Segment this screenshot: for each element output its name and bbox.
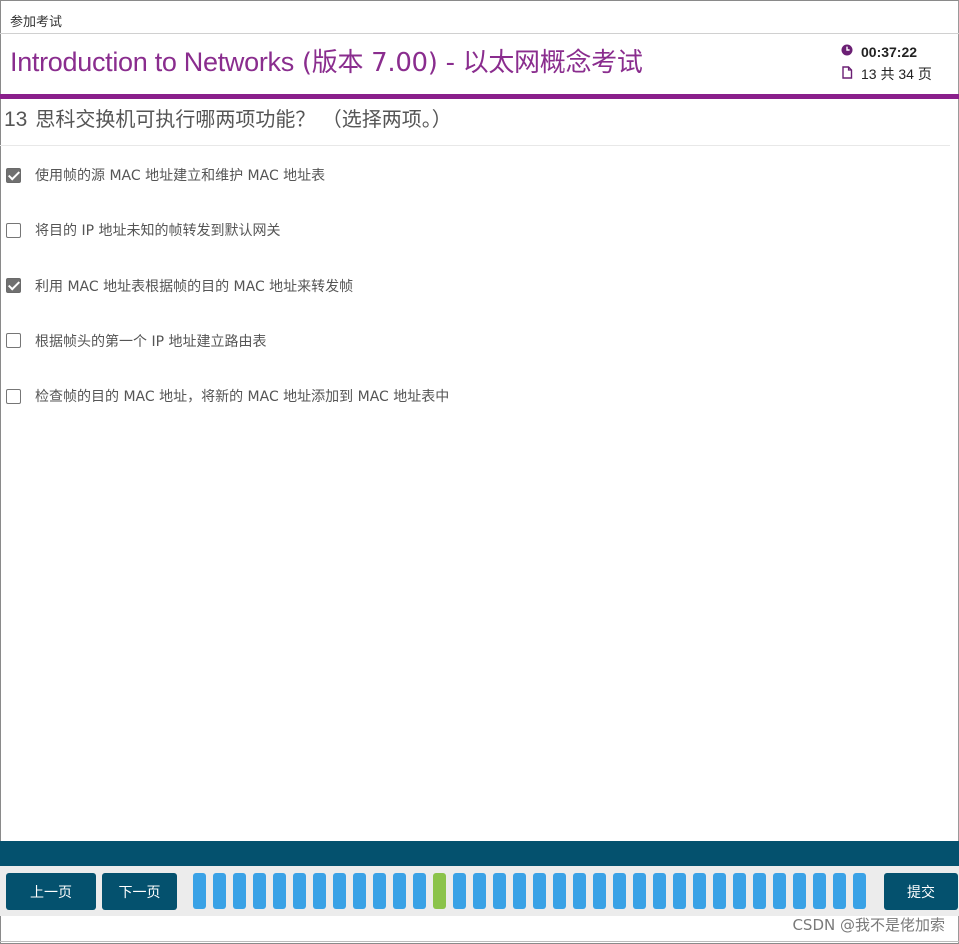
question-divider <box>0 145 950 146</box>
pager-tick[interactable] <box>453 873 466 909</box>
pager-tick[interactable] <box>593 873 606 909</box>
answer-option[interactable]: 使用帧的源 MAC 地址建立和维护 MAC 地址表 <box>6 165 449 185</box>
pager-tick[interactable] <box>313 873 326 909</box>
pager-tick[interactable] <box>553 873 566 909</box>
pager-tick[interactable] <box>473 873 486 909</box>
pager-tick[interactable] <box>773 873 786 909</box>
exam-window <box>0 0 959 944</box>
answer-option-label: 根据帧头的第一个 IP 地址建立路由表 <box>35 333 267 350</box>
answer-option[interactable]: 检查帧的目的 MAC 地址，将新的 MAC 地址添加到 MAC 地址表中 <box>6 386 449 406</box>
pager-tick[interactable] <box>393 873 406 909</box>
pager-tick[interactable] <box>533 873 546 909</box>
pager-tick[interactable] <box>213 873 226 909</box>
pager-tick[interactable] <box>573 873 586 909</box>
pager-tick[interactable] <box>333 873 346 909</box>
checkbox-unchecked[interactable] <box>6 388 21 404</box>
question-pager <box>193 873 877 910</box>
pager-tick[interactable] <box>373 873 386 909</box>
pager-tick[interactable] <box>813 873 826 909</box>
checkbox-checked[interactable] <box>6 167 21 183</box>
pager-tick[interactable] <box>353 873 366 909</box>
pager-tick[interactable] <box>673 873 686 909</box>
pager-tick[interactable] <box>513 873 526 909</box>
answer-option-label: 使用帧的源 MAC 地址建立和维护 MAC 地址表 <box>35 168 326 184</box>
pager-tick[interactable] <box>253 873 266 909</box>
header-divider <box>0 33 959 34</box>
pager-tick[interactable] <box>693 873 706 909</box>
question-number: 13 <box>4 108 28 131</box>
previous-page-button[interactable]: 上一页 <box>6 873 96 910</box>
checkbox-unchecked[interactable] <box>6 222 21 238</box>
checkbox-checked[interactable] <box>6 278 21 294</box>
pager-tick[interactable] <box>193 873 206 909</box>
answer-option[interactable]: 利用 MAC 地址表根据帧的目的 MAC 地址来转发帧 <box>6 276 449 296</box>
footer-bar <box>0 841 959 866</box>
pager-tick[interactable] <box>793 873 806 909</box>
page-indicator: 13 共 34 页 <box>861 66 932 82</box>
document-icon <box>841 65 861 83</box>
question-text: 13 思科交换机可执行哪两项功能？ （选择两项。） <box>4 103 452 132</box>
exam-title-suffix: (版本 7.00) - 以太网概念考试 <box>293 48 643 78</box>
exam-title: Introduction to Networks (版本 7.00) - 以太网… <box>10 42 643 79</box>
pager-tick[interactable] <box>293 873 306 909</box>
pager-tick[interactable] <box>833 873 846 909</box>
timer-value: 00:37:22 <box>861 44 918 60</box>
pager-tick[interactable] <box>493 873 506 909</box>
pager-tick[interactable] <box>733 873 746 909</box>
exam-title-course: Introduction to Networks <box>10 47 294 77</box>
timer-panel: 00:37:22 13 共 34 页 <box>841 43 951 87</box>
answer-option[interactable]: 将目的 IP 地址未知的帧转发到默认网关 <box>6 220 449 240</box>
answer-options: 使用帧的源 MAC 地址建立和维护 MAC 地址表 将目的 IP 地址未知的帧转发… <box>6 165 449 441</box>
next-page-button[interactable]: 下一页 <box>102 873 177 910</box>
answer-option[interactable]: 根据帧头的第一个 IP 地址建立路由表 <box>6 331 449 351</box>
pager-tick[interactable] <box>233 873 246 909</box>
answer-option-label: 将目的 IP 地址未知的帧转发到默认网关 <box>35 223 281 240</box>
bottom-border <box>0 941 959 942</box>
submit-button[interactable]: 提交 <box>884 873 958 910</box>
checkbox-unchecked[interactable] <box>6 333 21 349</box>
header-accent-bar <box>0 94 959 99</box>
pager-tick[interactable] <box>633 873 646 909</box>
answer-option-label: 检查帧的目的 MAC 地址，将新的 MAC 地址添加到 MAC 地址表中 <box>35 389 450 406</box>
pager-tick[interactable] <box>713 873 726 909</box>
answer-option-label: 利用 MAC 地址表根据帧的目的 MAC 地址来转发帧 <box>35 278 354 295</box>
pager-tick[interactable] <box>653 873 666 909</box>
question-prompt: 思科交换机可执行哪两项功能？ （选择两项。） <box>35 107 452 131</box>
pager-tick[interactable] <box>753 873 766 909</box>
clock-icon <box>841 44 861 60</box>
pager-tick[interactable] <box>613 873 626 909</box>
pager-tick[interactable] <box>413 873 426 909</box>
pager-tick[interactable] <box>853 873 866 909</box>
watermark: CSDN @我不是佬加索 <box>792 916 945 934</box>
pager-tick[interactable] <box>273 873 286 909</box>
pager-tick-current[interactable] <box>433 873 446 909</box>
window-title: 参加考试 <box>10 15 63 30</box>
